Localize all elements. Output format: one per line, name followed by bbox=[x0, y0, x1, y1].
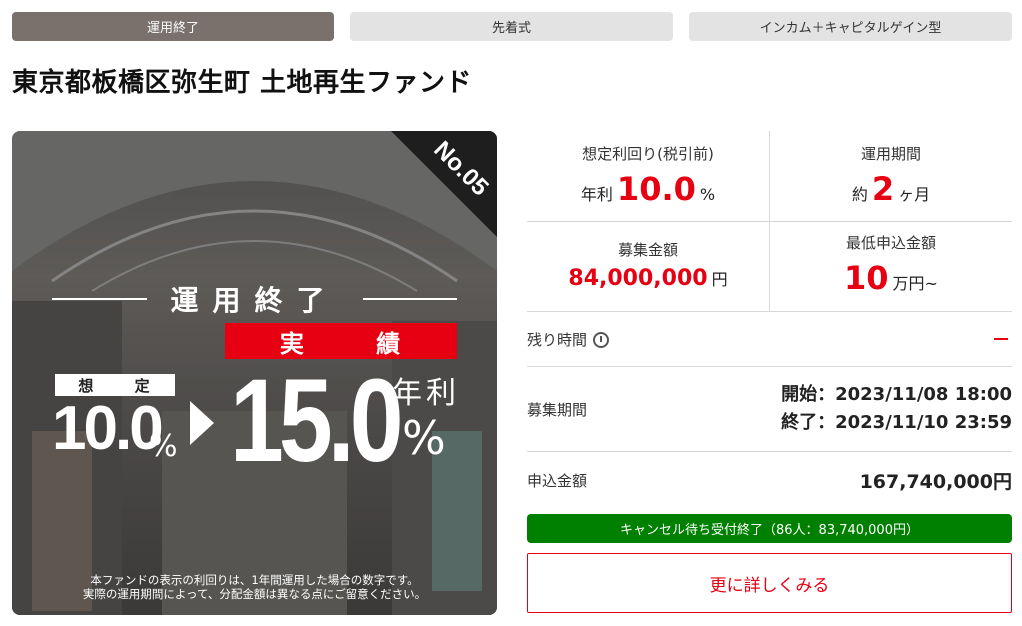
applied-row: 申込金額 167,740,000円 bbox=[527, 452, 1012, 508]
remaining-value-dash bbox=[994, 338, 1008, 340]
stat-minimum-value: 10 bbox=[844, 259, 889, 297]
stats-grid: 想定利回り(税引前) 年利 10.0 % 運用期間 約 2 ヶ月 募集金額 84… bbox=[527, 131, 1012, 311]
cancel-wait-status: キャンセル待ち受付終了（86人：83,740,000円） bbox=[527, 514, 1012, 543]
stat-period-label: 運用期間 bbox=[860, 145, 921, 163]
disclaimer-line-1: 本ファンドの表示の利回りは、1年間運用した場合の数字です。 bbox=[90, 573, 419, 587]
stat-period-prefix: 約 bbox=[851, 185, 868, 204]
recruit-end: 終了：2023/11/10 23:59 bbox=[781, 412, 1012, 433]
stat-yield-label: 想定利回り(税引前) bbox=[582, 145, 714, 163]
recruit-start: 開始：2023/11/08 18:00 bbox=[781, 384, 1012, 405]
actual-yield: 15.0 bbox=[230, 355, 404, 487]
status-banner: 運用終了 bbox=[52, 279, 458, 319]
assumed-unit: % bbox=[149, 429, 178, 464]
fund-hero-image: No.05 運用終了 実 績 想 定 10.0 % 15.0 年利 % 本ファン… bbox=[12, 131, 497, 615]
stat-period-unit: ヶ月 bbox=[898, 185, 931, 204]
tag-type: インカム＋キャピタルゲイン型 bbox=[689, 12, 1012, 41]
stat-period-value: 2 bbox=[871, 170, 895, 208]
stat-minimum-label: 最低申込金額 bbox=[845, 234, 936, 252]
tag-row: 運用終了 先着式 インカム＋キャピタルゲイン型 bbox=[12, 12, 1012, 41]
applied-amount: 167,740,000円 bbox=[859, 470, 1012, 493]
clock-icon bbox=[593, 331, 610, 348]
grid-divider-horizontal bbox=[527, 221, 1012, 222]
arrow-right-icon bbox=[190, 401, 214, 445]
disclaimer: 本ファンドの表示の利回りは、1年間運用した場合の数字です。 実際の運用期間によっ… bbox=[12, 573, 497, 601]
applied-label: 申込金額 bbox=[527, 471, 588, 490]
stat-raise-unit: 円 bbox=[711, 270, 728, 289]
fund-title: 東京都板橋区弥生町 土地再生ファンド bbox=[12, 68, 473, 98]
tag-status: 運用終了 bbox=[12, 12, 334, 41]
stat-period: 運用期間 約 2 ヶ月 bbox=[770, 143, 1012, 233]
disclaimer-line-2: 実際の運用期間によって、分配金額は異なる点にご留意ください。 bbox=[82, 587, 427, 601]
stat-minimum: 最低申込金額 10 万円~ bbox=[770, 232, 1012, 322]
stat-yield: 想定利回り(税引前) 年利 10.0 % bbox=[527, 143, 769, 233]
status-text: 運用終了 bbox=[170, 284, 339, 317]
divider-right bbox=[362, 298, 458, 300]
more-details-button[interactable]: 更に詳しくみる bbox=[527, 553, 1012, 613]
stat-yield-value: 10.0 bbox=[616, 170, 696, 208]
recruit-row: 募集期間 開始：2023/11/08 18:00 終了：2023/11/10 2… bbox=[527, 367, 1012, 451]
remaining-row: 残り時間 bbox=[527, 312, 1012, 366]
divider-left bbox=[52, 298, 147, 300]
stat-yield-prefix: 年利 bbox=[580, 185, 613, 204]
annual-label: 年利 bbox=[392, 376, 460, 411]
actual-unit: % bbox=[402, 411, 446, 465]
assumed-yield: 10.0 bbox=[52, 394, 164, 463]
stat-raise-label: 募集金額 bbox=[617, 241, 678, 259]
stat-minimum-unit: 万円~ bbox=[892, 274, 938, 293]
remaining-label: 残り時間 bbox=[527, 330, 588, 349]
tag-method: 先着式 bbox=[350, 12, 673, 41]
recruit-label: 募集期間 bbox=[527, 400, 588, 419]
recruit-dates: 開始：2023/11/08 18:00 終了：2023/11/10 23:59 bbox=[781, 381, 1012, 437]
stat-raise-value: 84,000,000 bbox=[568, 266, 708, 291]
stat-yield-unit: % bbox=[699, 185, 716, 204]
